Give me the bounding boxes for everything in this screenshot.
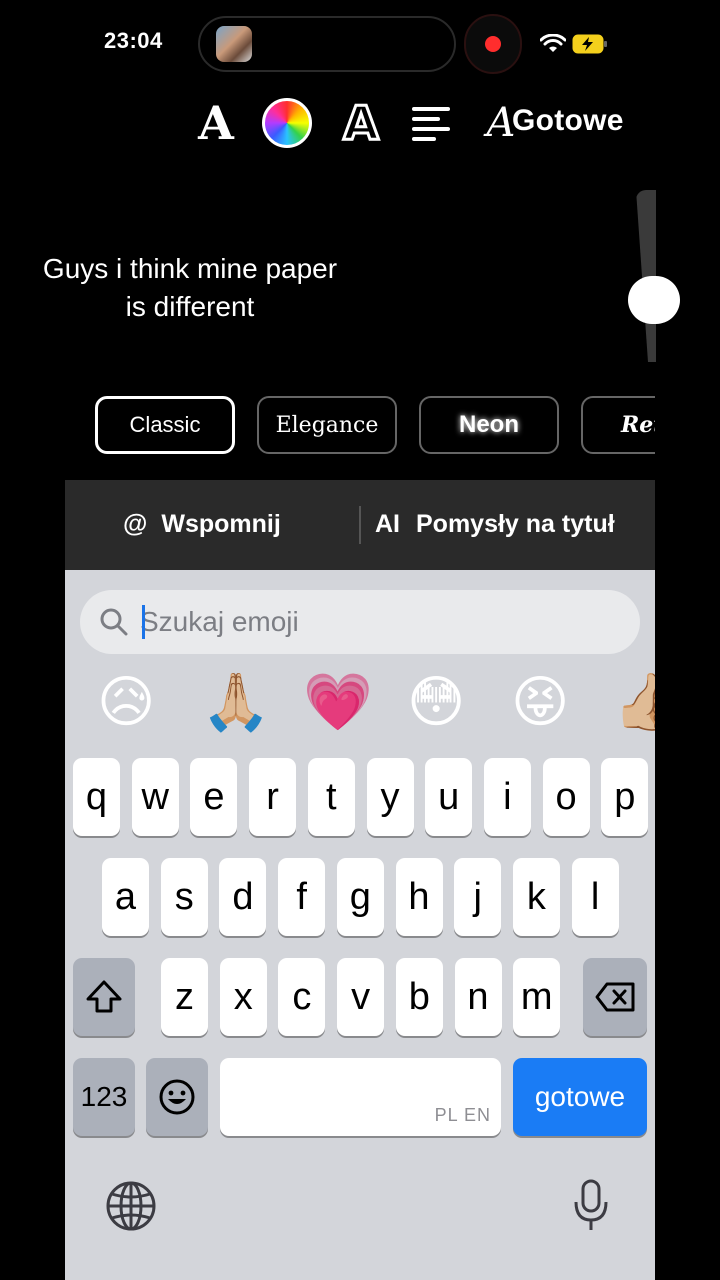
record-dot-icon xyxy=(485,36,501,52)
key-f[interactable]: f xyxy=(278,858,326,936)
text-effect-icon[interactable]: A xyxy=(338,95,384,152)
mention-label: Wspomnij xyxy=(161,510,281,538)
key-t[interactable]: t xyxy=(307,758,355,836)
key-q[interactable]: q xyxy=(73,758,120,836)
key-v[interactable]: v xyxy=(337,958,385,1036)
microphone-icon[interactable] xyxy=(571,1178,611,1234)
search-placeholder: Szukaj emoji xyxy=(140,606,299,637)
key-j[interactable]: j xyxy=(454,858,502,936)
caption-line: Guys i think mine paper xyxy=(42,253,338,284)
font-tool-icon[interactable]: A xyxy=(194,96,238,150)
key-d[interactable]: d xyxy=(219,858,267,936)
key-n[interactable]: n xyxy=(454,958,502,1036)
caption-line: is different xyxy=(125,291,255,322)
ai-icon: AI xyxy=(375,510,400,538)
emoji-key[interactable] xyxy=(146,1058,208,1136)
numbers-key[interactable]: 123 xyxy=(73,1058,135,1136)
search-icon xyxy=(100,608,128,636)
screen-edge xyxy=(655,380,720,1280)
backspace-key[interactable] xyxy=(583,958,647,1036)
key-a[interactable]: a xyxy=(102,858,149,936)
emoji-squinting-tongue[interactable]: 😝 xyxy=(511,668,569,738)
key-k[interactable]: k xyxy=(512,858,560,936)
backspace-icon xyxy=(595,982,635,1012)
dynamic-island[interactable] xyxy=(198,16,456,72)
key-w[interactable]: w xyxy=(131,758,179,836)
key-l[interactable]: l xyxy=(571,858,619,936)
at-icon: @ xyxy=(123,510,148,538)
emoji-flushed-face[interactable]: 😳 xyxy=(407,668,465,738)
mention-button[interactable]: @ Wspomnij xyxy=(123,510,281,539)
key-m[interactable]: m xyxy=(513,958,561,1036)
emoji-search-input[interactable]: Szukaj emoji xyxy=(80,590,640,654)
ai-title-ideas-label: Pomysły na tytuł xyxy=(416,510,615,538)
done-button[interactable]: Gotowe xyxy=(512,104,624,138)
align-left-icon[interactable] xyxy=(410,104,454,144)
caption-text[interactable]: Guys i think mine paper is different xyxy=(10,250,370,326)
key-p[interactable]: p xyxy=(601,758,649,836)
status-time: 23:04 xyxy=(104,28,163,53)
color-wheel-icon[interactable] xyxy=(262,98,312,148)
emoji-folded-hands[interactable]: 🙏🏼 xyxy=(201,668,271,738)
divider xyxy=(359,506,361,544)
style-chip-elegance[interactable]: Elegance xyxy=(257,396,397,454)
key-i[interactable]: i xyxy=(483,758,531,836)
photo-thumbnail xyxy=(216,26,252,62)
key-o[interactable]: o xyxy=(542,758,590,836)
language-label: PL EN xyxy=(434,1105,491,1125)
key-g[interactable]: g xyxy=(336,858,384,936)
emoji-search-keyboard: Szukaj emoji 😥 🙏🏼 💗 😳 😝 👍🏼 qwertyuiop asd… xyxy=(65,570,655,1280)
key-y[interactable]: y xyxy=(366,758,414,836)
battery-charging-icon xyxy=(572,34,607,54)
key-x[interactable]: x xyxy=(219,958,267,1036)
key-h[interactable]: h xyxy=(395,858,443,936)
key-s[interactable]: s xyxy=(160,858,208,936)
shift-key[interactable] xyxy=(73,958,135,1036)
style-chip-neon[interactable]: Neon xyxy=(419,396,559,454)
emoji-growing-heart[interactable]: 💗 xyxy=(303,668,373,738)
ai-title-ideas-button[interactable]: AI Pomysły na tytuł xyxy=(375,510,615,539)
screen-recording-indicator[interactable] xyxy=(464,14,522,74)
key-b[interactable]: b xyxy=(395,958,443,1036)
key-u[interactable]: u xyxy=(425,758,473,836)
space-key[interactable]: PL EN xyxy=(220,1058,501,1136)
globe-icon[interactable] xyxy=(105,1180,157,1232)
key-z[interactable]: z xyxy=(161,958,208,1036)
key-r[interactable]: r xyxy=(249,758,297,836)
key-e[interactable]: e xyxy=(190,758,238,836)
smiley-icon xyxy=(159,1079,195,1115)
emoji-thumbs-up[interactable]: 👍🏼 xyxy=(613,668,655,738)
text-cursor xyxy=(142,605,145,639)
return-key[interactable]: gotowe xyxy=(513,1058,647,1136)
key-c[interactable]: c xyxy=(278,958,326,1036)
suggestion-bar: @ Wspomnij AI Pomysły na tytuł xyxy=(65,480,655,570)
style-chip-classic[interactable]: Classic xyxy=(95,396,235,454)
text-size-slider-handle[interactable] xyxy=(628,276,680,324)
shift-icon xyxy=(86,980,122,1013)
wifi-icon xyxy=(540,34,566,52)
emoji-sad-relieved[interactable]: 😥 xyxy=(97,668,155,738)
